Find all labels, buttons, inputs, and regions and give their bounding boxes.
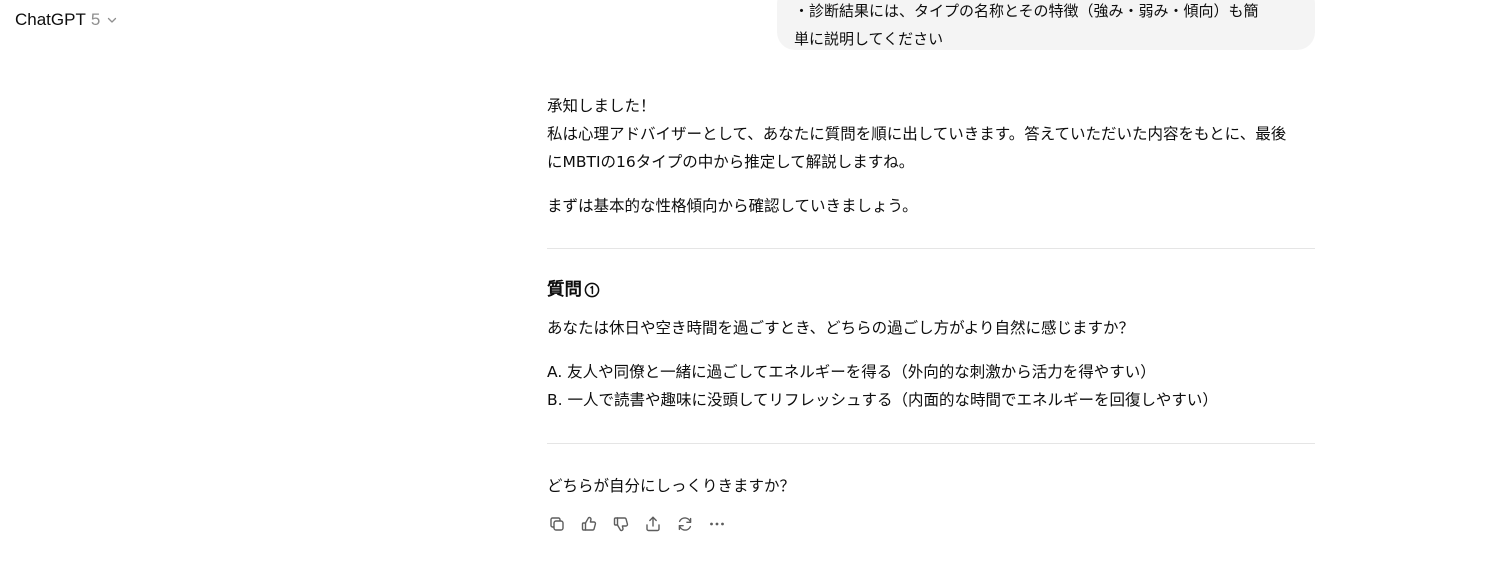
model-switcher[interactable]: ChatGPT 5 (15, 9, 118, 31)
circled-1-icon (584, 282, 600, 298)
more-icon[interactable] (707, 514, 727, 534)
intro-line: にMBTIの16タイプの中から推定して解説しますね。 (547, 153, 915, 171)
thumbs-up-icon[interactable] (579, 514, 599, 534)
question-text: あなたは休日や空き時間を過ごすとき、どちらの過ごし方がより自然に感じますか？ (547, 319, 1134, 337)
copy-icon[interactable] (547, 514, 567, 534)
regenerate-icon[interactable] (675, 514, 695, 534)
question-heading: 質問 (547, 278, 1315, 302)
option-a: A. 友人や同僚と一緒に過ごしてエネルギーを得る（外向的な刺激から活力を得やすい… (547, 363, 1156, 381)
user-message-line: 単に説明してください (794, 30, 944, 48)
model-name: ChatGPT (15, 10, 86, 29)
divider (547, 248, 1315, 249)
lead-paragraph: まずは基本的な性格傾向から確認していきましょう。 (547, 197, 918, 215)
chevron-down-icon (106, 14, 118, 26)
closing-question: どちらが自分にしっくりきますか？ (547, 477, 796, 495)
user-message-bubble: ・診断結果には、タイプの名称とその特徴（強み・弱み・傾向）も簡 単に説明してくだ… (777, 0, 1315, 50)
share-icon[interactable] (643, 514, 663, 534)
answer-options: A. 友人や同僚と一緒に過ごしてエネルギーを得る（外向的な刺激から活力を得やすい… (547, 358, 1315, 414)
model-version: 5 (90, 10, 101, 29)
divider (547, 443, 1315, 444)
user-message-line: ・診断結果には、タイプの名称とその特徴（強み・弱み・傾向）も簡 (794, 2, 1259, 20)
intro-line: 承知しました！ (547, 97, 656, 115)
question-heading-text: 質問 (547, 280, 582, 300)
intro-line: 私は心理アドバイザーとして、あなたに質問を順に出していきます。答えていただいた内… (547, 125, 1287, 143)
thumbs-down-icon[interactable] (611, 514, 631, 534)
assistant-message: 承知しました！ 私は心理アドバイザーとして、あなたに質問を順に出していきます。答… (547, 92, 1315, 500)
message-actions-toolbar (547, 514, 727, 534)
intro-paragraph: 承知しました！ 私は心理アドバイザーとして、あなたに質問を順に出していきます。答… (547, 92, 1315, 176)
option-b: B. 一人で読書や趣味に没頭してリフレッシュする（内面的な時間でエネルギーを回復… (547, 391, 1218, 409)
